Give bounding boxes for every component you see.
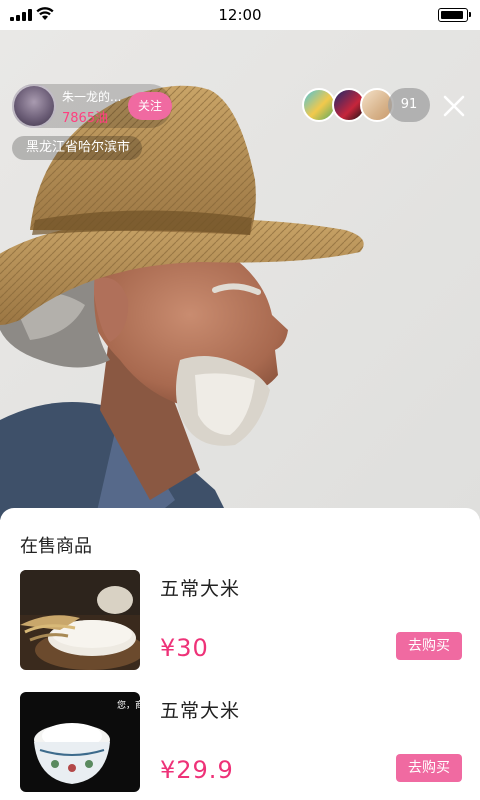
thumbnail-caption: 您，商 — [117, 699, 140, 711]
close-icon[interactable] — [440, 92, 468, 120]
host-points: 7865油 — [62, 111, 109, 126]
host-avatar[interactable] — [12, 84, 56, 128]
follow-button[interactable]: 关注 — [128, 92, 172, 120]
product-item[interactable]: 五常大米 ¥30 去购买 — [0, 570, 480, 674]
host-name: 朱一龙的... — [62, 90, 122, 104]
buy-button[interactable]: 去购买 — [396, 632, 462, 660]
product-thumbnail-rice-bowl[interactable] — [20, 570, 140, 670]
buy-button[interactable]: 去购买 — [396, 754, 462, 782]
products-sheet: 在售商品 五常大米 ¥30 去购买 您，商 五常大米 ¥29.9 去购买 — [0, 508, 480, 800]
products-section-title: 在售商品 — [20, 536, 92, 557]
location-tag: 黑龙江省哈尔滨市 — [12, 136, 143, 160]
status-bar: 12:00 — [0, 0, 480, 30]
product-name: 五常大米 — [160, 578, 241, 600]
product-item[interactable]: 您，商 五常大米 ¥29.9 去购买 — [0, 692, 480, 796]
battery-icon — [438, 8, 471, 22]
product-price: ¥29.9 — [160, 756, 234, 784]
viewer-count-badge[interactable]: 91 — [388, 88, 430, 122]
product-thumbnail-rice-bowl-dark[interactable]: 您，商 — [20, 692, 140, 792]
status-time: 12:00 — [218, 6, 262, 24]
product-price: ¥30 — [160, 634, 209, 662]
viewer-avatar-1[interactable] — [302, 88, 336, 122]
live-stream-view[interactable]: 朱一龙的... 7865油 关注 黑龙江省哈尔滨市 91 — [0, 30, 480, 520]
product-name: 五常大米 — [160, 700, 241, 722]
